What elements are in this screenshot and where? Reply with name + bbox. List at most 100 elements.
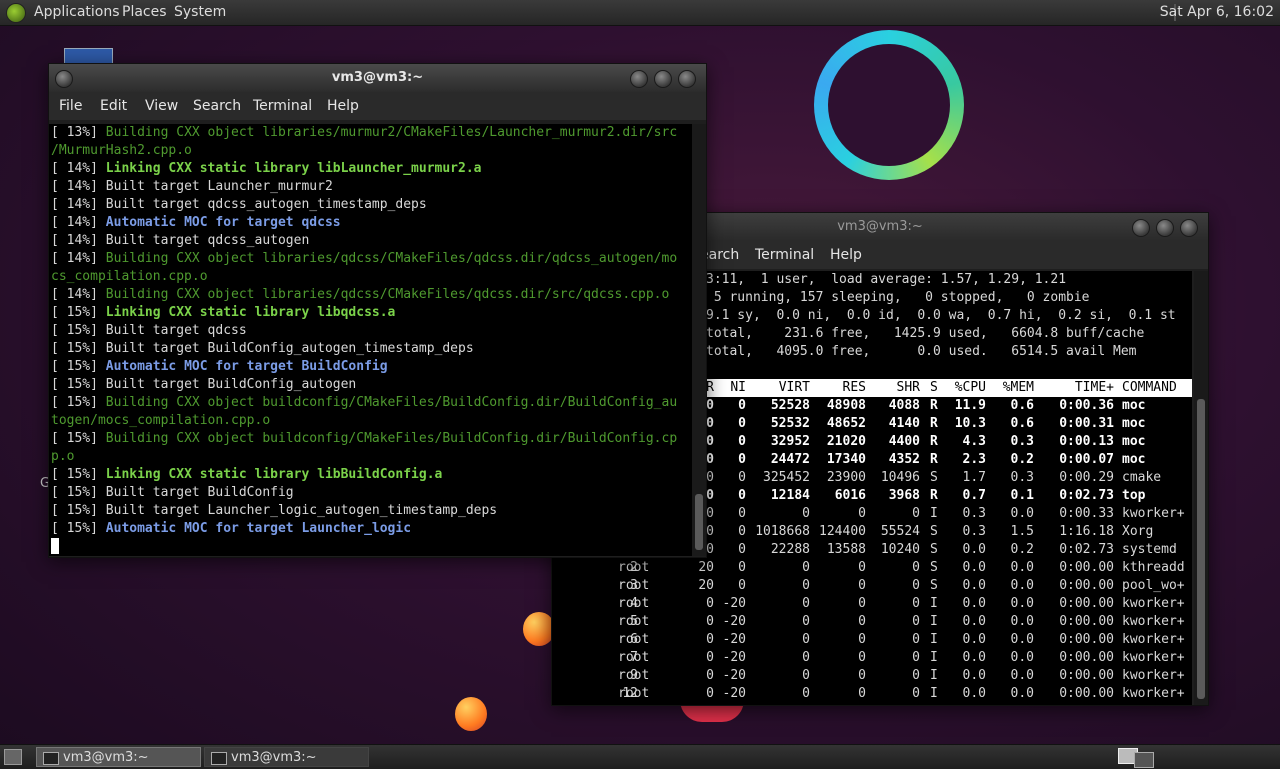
taskbar-item-label: vm3@vm3:~ (63, 750, 149, 765)
process-cmd: systemd (1122, 542, 1177, 557)
process-ni: -20 (722, 614, 746, 629)
scrollbar[interactable] (692, 124, 706, 556)
process-s: R (930, 452, 938, 467)
build-message: Automatic MOC for target Launcher_logic (105, 521, 412, 536)
taskbar-item-label: vm3@vm3:~ (231, 750, 317, 765)
terminal-line: [ 13%] Building CXX object libraries/mur… (51, 124, 694, 142)
process-mem: 0.0 (1010, 560, 1034, 575)
process-time: 0:00.00 (1059, 596, 1114, 611)
process-shr: 10496 (880, 470, 920, 485)
menu-terminal[interactable]: Terminal (755, 247, 814, 263)
minimize-button[interactable] (1132, 219, 1150, 237)
process-row: 2 root 20 0 0 0 0 S 0.0 0.0 0:00.00 kthreadd (552, 559, 1192, 577)
column-header[interactable]: RES (804, 379, 866, 397)
column-header[interactable]: COMMAND (1122, 379, 1192, 397)
column-header[interactable]: VIRT (748, 379, 810, 397)
build-progress: [ 14%] (51, 233, 106, 248)
build-message: Built target qdcss_autogen_timestamp_dep… (105, 197, 427, 212)
process-s: I (930, 686, 938, 701)
scrollbar-thumb[interactable] (695, 494, 703, 550)
process-s: R (930, 488, 938, 503)
process-shr: 0 (912, 632, 920, 647)
process-cpu: 0.0 (962, 542, 986, 557)
process-time: 1:16.18 (1059, 524, 1114, 539)
process-s: R (930, 398, 938, 413)
build-message: Building CXX object libraries/qdcss/CMak… (105, 287, 670, 302)
close-button[interactable] (1180, 219, 1198, 237)
process-res: 6016 (834, 488, 866, 503)
process-time: 0:00.31 (1059, 416, 1114, 431)
column-header[interactable]: %CPU (940, 379, 986, 397)
menu-edit[interactable]: Edit (100, 98, 127, 114)
column-header[interactable]: TIME+ (1040, 379, 1114, 397)
terminal-line: [ 15%] Built target qdcss (51, 322, 694, 340)
maximize-button[interactable] (654, 70, 672, 88)
window-menu-button[interactable] (55, 70, 73, 88)
terminal-output[interactable]: [ 13%] Building CXX object libraries/mur… (49, 124, 694, 556)
window-titlebar[interactable]: vm3@vm3:~ (49, 64, 706, 92)
taskbar-item[interactable]: vm3@vm3:~ (36, 747, 201, 767)
taskbar-item[interactable]: vm3@vm3:~ (204, 747, 369, 767)
workspace-switcher[interactable] (1118, 748, 1154, 768)
show-desktop-icon[interactable] (4, 749, 22, 765)
column-header[interactable]: SHR (858, 379, 920, 397)
menu-help[interactable]: Help (830, 247, 862, 263)
top-summary-line: 5 running, 157 sleeping, 0 stopped, 0 zo… (706, 290, 1090, 305)
process-s: I (930, 614, 938, 629)
process-res: 0 (858, 578, 866, 593)
close-button[interactable] (678, 70, 696, 88)
build-message: Automatic MOC for target qdcss (105, 215, 341, 230)
process-mem: 0.3 (1010, 434, 1034, 449)
menu-system[interactable]: System (174, 4, 226, 20)
column-header[interactable]: S (930, 379, 940, 397)
menu-search[interactable]: Search (193, 98, 241, 114)
process-cmd: moc (1122, 434, 1146, 449)
workspace-icon[interactable] (1134, 752, 1154, 768)
process-ni: -20 (722, 668, 746, 683)
process-time: 0:00.00 (1059, 650, 1114, 665)
process-virt: 1018668 (755, 524, 810, 539)
taskbar: vm3@vm3:~ vm3@vm3:~ (0, 744, 1280, 769)
process-virt: 32952 (770, 434, 810, 449)
process-res: 17340 (826, 452, 866, 467)
scrollbar[interactable] (1194, 271, 1208, 705)
process-shr: 0 (912, 614, 920, 629)
build-message: Building CXX object buildconfig/CMakeFil… (105, 431, 678, 446)
terminal-window-build[interactable]: vm3@vm3:~ File Edit View Search Terminal… (48, 63, 707, 558)
process-ni: -20 (722, 596, 746, 611)
maximize-button[interactable] (1156, 219, 1174, 237)
terminal-line: [ 14%] Building CXX object libraries/qdc… (51, 250, 694, 268)
prompt-line[interactable] (51, 538, 694, 556)
menu-view[interactable]: View (145, 98, 178, 114)
build-progress: [ 15%] (51, 305, 106, 320)
column-header[interactable]: %MEM (990, 379, 1034, 397)
process-cpu: 0.0 (962, 596, 986, 611)
build-progress: [ 13%] (51, 125, 106, 140)
menu-terminal[interactable]: Terminal (253, 98, 312, 114)
window-title: vm3@vm3:~ (331, 70, 424, 85)
scrollbar-thumb[interactable] (1197, 399, 1205, 699)
process-mem: 0.6 (1010, 398, 1034, 413)
process-virt: 0 (802, 650, 810, 665)
build-progress: [ 15%] (51, 521, 106, 536)
clock[interactable]: Sat Apr 6, 16:02 (1160, 4, 1274, 20)
process-virt: 0 (802, 668, 810, 683)
process-virt: 0 (802, 506, 810, 521)
build-message: Automatic MOC for target BuildConfig (105, 359, 388, 374)
menu-help[interactable]: Help (327, 98, 359, 114)
process-res: 13588 (826, 542, 866, 557)
build-message: Built target BuildConfig (105, 485, 294, 500)
menu-file[interactable]: File (59, 98, 82, 114)
build-message: Building CXX object buildconfig/CMakeFil… (105, 395, 678, 410)
menu-applications[interactable]: Applications (34, 4, 120, 20)
process-s: S (930, 470, 938, 485)
process-mem: 0.0 (1010, 632, 1034, 647)
minimize-button[interactable] (630, 70, 648, 88)
column-header[interactable]: NI (728, 379, 746, 397)
process-cmd: kworker+ (1122, 686, 1185, 701)
process-cpu: 0.0 (962, 560, 986, 575)
distro-logo-icon[interactable] (6, 3, 26, 23)
process-s: R (930, 434, 938, 449)
menu-places[interactable]: Places (122, 4, 167, 20)
build-progress: [ 14%] (51, 287, 106, 302)
